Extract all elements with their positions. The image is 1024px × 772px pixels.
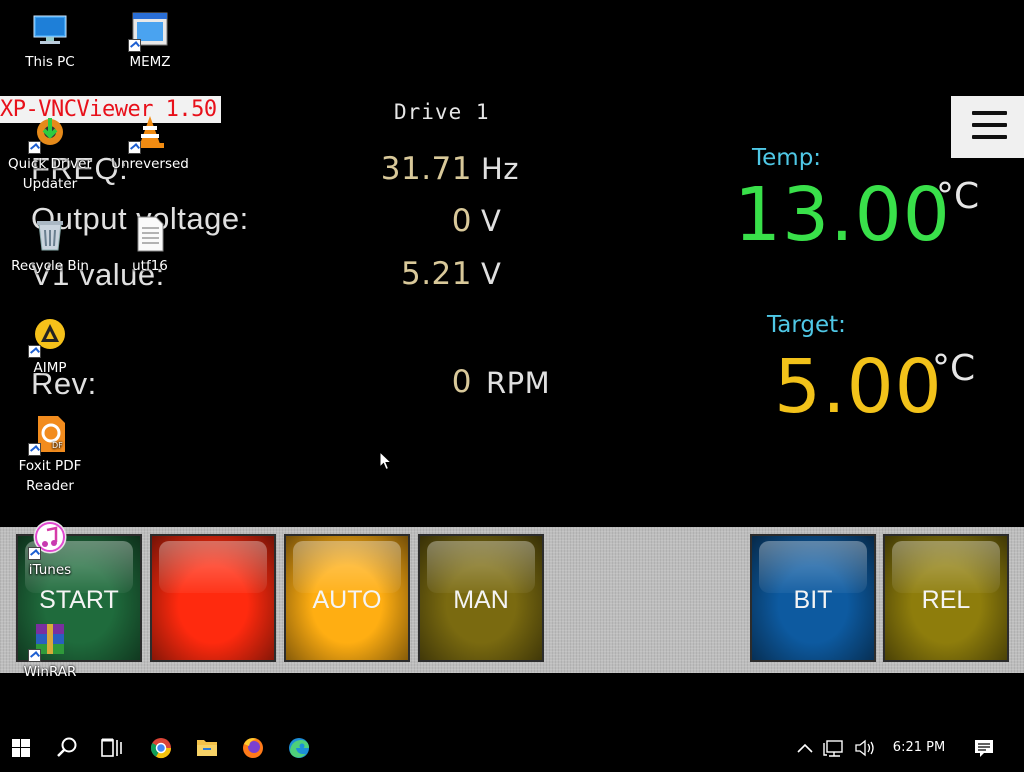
computer-icon (30, 10, 70, 50)
bit-button[interactable]: BIT (750, 534, 876, 662)
network-icon[interactable] (822, 728, 848, 768)
auto-button-label: AUTO (312, 586, 382, 614)
desktop-icon-unreversed[interactable]: Unreversed (100, 112, 200, 174)
temp-unit: °C (936, 176, 980, 217)
desktop-icon-label: Quick Driver Updater (7, 156, 92, 192)
v1-value: 5.21 (400, 256, 472, 292)
taskbar: 6:21 PM (0, 728, 1024, 768)
desktop-icon-label: This PC (25, 54, 75, 70)
taskbar-clock[interactable]: 6:21 PM (883, 728, 955, 768)
itunes-icon (28, 518, 70, 560)
desktop-icon-winrar[interactable]: WinRAR (0, 620, 100, 682)
auto-button[interactable]: AUTO (284, 534, 410, 662)
man-button[interactable]: MAN (418, 534, 544, 662)
desktop-icon-this-pc[interactable]: This PC (0, 10, 100, 72)
vlc-cone-icon (128, 112, 170, 154)
man-button-label: MAN (453, 586, 509, 614)
target-value: 5.00 (774, 344, 943, 430)
output-voltage-value: 0 (451, 203, 472, 239)
foxit-pdf-icon: DF (28, 414, 70, 456)
rel-button[interactable]: REL (883, 534, 1009, 662)
mouse-cursor-icon (379, 450, 393, 475)
desktop-icon-itunes[interactable]: iTunes (0, 518, 100, 580)
desktop-icon-label: utf16 (132, 258, 168, 274)
task-view-icon[interactable] (89, 728, 135, 768)
svg-text:DF: DF (52, 441, 63, 450)
winrar-icon (28, 620, 70, 662)
freq-unit: Hz (481, 152, 520, 186)
desktop-icon-label: Foxit PDF Reader (18, 458, 82, 494)
rel-button-label: REL (921, 586, 971, 614)
stop-button[interactable] (150, 534, 276, 662)
volume-icon[interactable] (852, 728, 878, 768)
chrome-icon[interactable] (138, 728, 184, 768)
desktop-icon-label: WinRAR (23, 664, 77, 680)
firefox-icon[interactable] (230, 728, 276, 768)
target-label: Target: (767, 312, 846, 338)
rev-unit: RPM (486, 366, 551, 400)
rev-value: 0 (451, 364, 472, 400)
output-voltage-unit: V (481, 204, 502, 238)
search-icon[interactable] (44, 728, 90, 768)
bit-button-label: BIT (793, 586, 833, 614)
text-file-icon (130, 214, 170, 254)
menu-button[interactable] (951, 96, 1024, 158)
desktop-icon-label: MEMZ (129, 54, 171, 70)
desktop-icon-quick-driver-updater[interactable]: Quick Driver Updater (0, 112, 100, 194)
desktop-icon-label: AIMP (33, 360, 67, 376)
desktop-icon-label: Unreversed (111, 156, 189, 172)
drive-title: Drive 1 (394, 100, 490, 124)
desktop-icon-aimp[interactable]: AIMP (0, 316, 100, 378)
gear-download-icon (28, 112, 70, 154)
desktop-icon-foxit-pdf-reader[interactable]: DF Foxit PDF Reader (0, 414, 100, 496)
aimp-icon (28, 316, 70, 358)
v1-value-unit: V (481, 257, 502, 291)
temp-label: Temp: (752, 145, 822, 171)
temp-value: 13.00 (734, 172, 951, 258)
action-center-icon[interactable] (968, 728, 1000, 768)
app-window-icon (128, 10, 170, 52)
target-unit: °C (932, 348, 976, 389)
freq-value: 31.71 (380, 151, 472, 187)
desktop-icon-label: Recycle Bin (11, 258, 89, 274)
desktop-icon-memz[interactable]: MEMZ (100, 10, 200, 72)
windows-start-icon[interactable] (0, 728, 46, 768)
recycle-bin-icon (30, 214, 70, 254)
chevron-up-icon[interactable] (794, 728, 816, 768)
start-button-label: START (39, 586, 119, 614)
edge-icon[interactable] (276, 728, 322, 768)
desktop-icon-label: iTunes (28, 562, 72, 578)
desktop-icon-recycle-bin[interactable]: Recycle Bin (0, 214, 100, 276)
desktop-icon-utf16[interactable]: utf16 (100, 214, 200, 276)
file-explorer-icon[interactable] (184, 728, 230, 768)
